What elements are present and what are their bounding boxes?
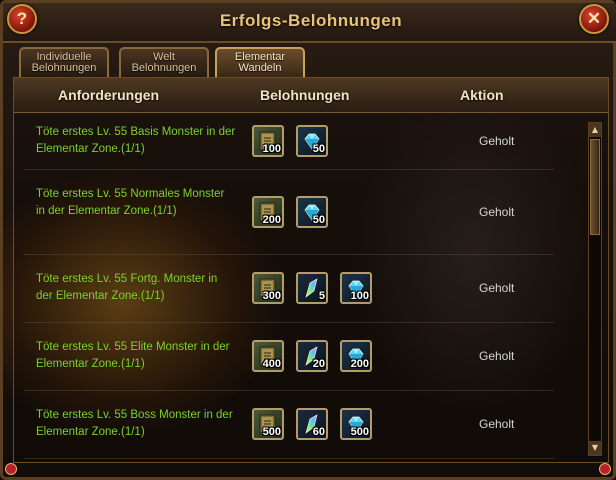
requirement-text: Töte erstes Lv. 55 Fortg. Monster in der… (36, 273, 218, 302)
reward-item[interactable]: 500 (340, 408, 372, 440)
requirement-text: Töte erstes Lv. 55 Basis Monster in der … (36, 126, 236, 155)
reward-quantity: 5 (318, 290, 325, 302)
scroll-down-icon[interactable]: ▼ (589, 441, 601, 455)
reward-quantity: 50 (312, 214, 325, 226)
action-status: Geholt (479, 134, 515, 148)
reward-item[interactable]: 200 (340, 340, 372, 372)
reward-quantity: 100 (262, 143, 281, 155)
reward-quantity: 200 (350, 358, 369, 370)
reward-quantity: 500 (350, 426, 369, 438)
action-status: Geholt (479, 205, 515, 219)
scrollbar-thumb[interactable] (590, 139, 600, 235)
reward-quantity: 300 (262, 290, 281, 302)
close-button[interactable]: ✕ (579, 4, 609, 34)
scrollbar[interactable]: ▲ ▼ (588, 122, 602, 456)
tab-label-line2: Belohnungen (31, 62, 97, 74)
tab-elemental-transform[interactable]: Elementar Wandeln (215, 47, 305, 77)
header-requirements: Anforderungen (58, 87, 160, 103)
reward-item[interactable]: 400 (252, 340, 284, 372)
window-title: Erfolgs-Belohnungen (219, 11, 403, 30)
table-row: Töte erstes Lv. 55 Boss Monster in der E… (24, 390, 554, 459)
table-header: Anforderungen Belohnungen Aktion (14, 78, 608, 113)
requirement-text: Töte erstes Lv. 55 Boss Monster in der E… (36, 409, 233, 438)
reward-item[interactable]: 5 (296, 272, 328, 304)
header-action: Aktion (460, 87, 504, 103)
reward-quantity: 20 (312, 358, 325, 370)
reward-item[interactable]: 60 (296, 408, 328, 440)
action-status: Geholt (479, 281, 515, 295)
reward-item[interactable]: 100 (252, 125, 284, 157)
table-row: Töte erstes Lv. 55 Elite Monster in der … (24, 322, 554, 391)
reward-item[interactable]: 50 (296, 196, 328, 228)
table-row: Töte erstes Lv. 55 Fortg. Monster in der… (24, 254, 554, 323)
reward-quantity: 200 (262, 214, 281, 226)
help-button[interactable]: ? (7, 4, 37, 34)
title-bar: Erfolgs-Belohnungen (3, 3, 616, 43)
reward-item[interactable]: 500 (252, 408, 284, 440)
tab-individual-rewards[interactable]: Individuelle Belohnungen (19, 47, 109, 77)
reward-item[interactable]: 200 (252, 196, 284, 228)
action-status: Geholt (479, 417, 515, 431)
table-row: Töte erstes Lv. 55 Basis Monster in der … (24, 112, 554, 170)
reward-item[interactable]: 300 (252, 272, 284, 304)
requirement-text: Töte erstes Lv. 55 Normales Monster in d… (36, 188, 225, 217)
scroll-up-icon[interactable]: ▲ (589, 123, 601, 137)
corner-ornament-icon (599, 463, 611, 475)
reward-quantity: 100 (350, 290, 369, 302)
reward-quantity: 60 (312, 426, 325, 438)
tab-world-rewards[interactable]: Welt Belohnungen (119, 47, 209, 77)
achievement-rewards-window: Erfolgs-Belohnungen ? ✕ Individuelle Bel… (0, 0, 616, 480)
tab-label-line2: Belohnungen (131, 62, 197, 74)
reward-quantity: 50 (312, 143, 325, 155)
reward-quantity: 400 (262, 358, 281, 370)
reward-quantity: 500 (262, 426, 281, 438)
header-rewards: Belohnungen (260, 87, 350, 103)
reward-item[interactable]: 50 (296, 125, 328, 157)
corner-ornament-icon (5, 463, 17, 475)
tab-label-line2: Wandeln (238, 62, 282, 74)
action-status: Geholt (479, 349, 515, 363)
reward-item[interactable]: 20 (296, 340, 328, 372)
table-row: Töte erstes Lv. 55 Normales Monster in d… (24, 169, 554, 255)
rewards-table: Anforderungen Belohnungen Aktion Töte er… (13, 77, 609, 463)
reward-item[interactable]: 100 (340, 272, 372, 304)
requirement-text: Töte erstes Lv. 55 Elite Monster in der … (36, 341, 230, 370)
